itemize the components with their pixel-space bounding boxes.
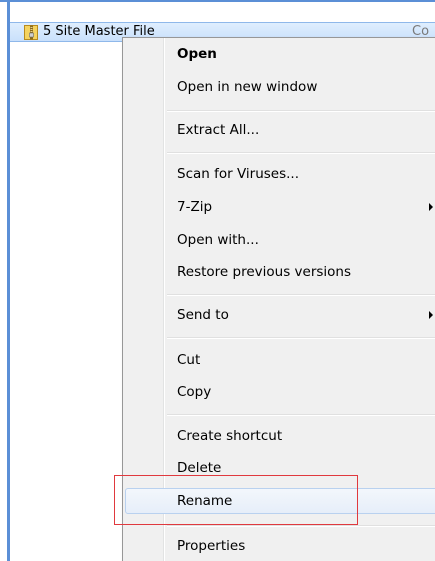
menu-item-cut[interactable]: Cut [125, 347, 435, 373]
menu-item-7zip[interactable]: 7-Zip [125, 194, 435, 220]
menu-item-label: Restore previous versions [177, 264, 352, 280]
menu-item-extract-all[interactable]: Extract All... [125, 117, 435, 143]
menu-item-restore-previous-versions[interactable]: Restore previous versions [125, 259, 435, 285]
menu-item-label: Copy [177, 384, 212, 400]
menu-separator [167, 110, 435, 112]
menu-item-label: Scan for Viruses... [177, 166, 300, 182]
menu-item-properties[interactable]: Properties [125, 533, 435, 559]
menu-item-scan-viruses[interactable]: Scan for Viruses... [125, 161, 435, 187]
menu-item-label: Open with... [177, 232, 259, 248]
menu-separator [167, 337, 435, 339]
menu-item-copy[interactable]: Copy [125, 379, 435, 405]
menu-item-send-to[interactable]: Send to [125, 302, 435, 328]
menu-item-label: Send to [177, 307, 229, 323]
blank-area [10, 42, 122, 162]
rename-highlight-annotation [114, 475, 358, 525]
menu-item-label: Open [177, 46, 217, 62]
menu-separator [167, 525, 435, 527]
menu-separator [167, 152, 435, 154]
submenu-arrow-icon [429, 311, 433, 319]
menu-item-open-new-window[interactable]: Open in new window [125, 74, 435, 100]
menu-item-open-with[interactable]: Open with... [125, 227, 435, 253]
menu-item-label: Properties [177, 538, 246, 554]
window-border-top [0, 0, 435, 2]
menu-item-label: Open in new window [177, 79, 318, 95]
explorer-window: 5 Site Master File Co Open Open in new w… [0, 0, 435, 561]
menu-item-label: Create shortcut [177, 428, 283, 444]
zip-folder-icon [24, 25, 38, 40]
menu-item-open[interactable]: Open [125, 41, 435, 67]
menu-item-create-shortcut[interactable]: Create shortcut [125, 423, 435, 449]
submenu-arrow-icon [429, 203, 433, 211]
menu-item-label: Extract All... [177, 122, 260, 138]
menu-item-label: 7-Zip [177, 199, 213, 215]
menu-item-label: Cut [177, 352, 201, 368]
menu-separator [167, 414, 435, 416]
menu-separator [167, 294, 435, 296]
